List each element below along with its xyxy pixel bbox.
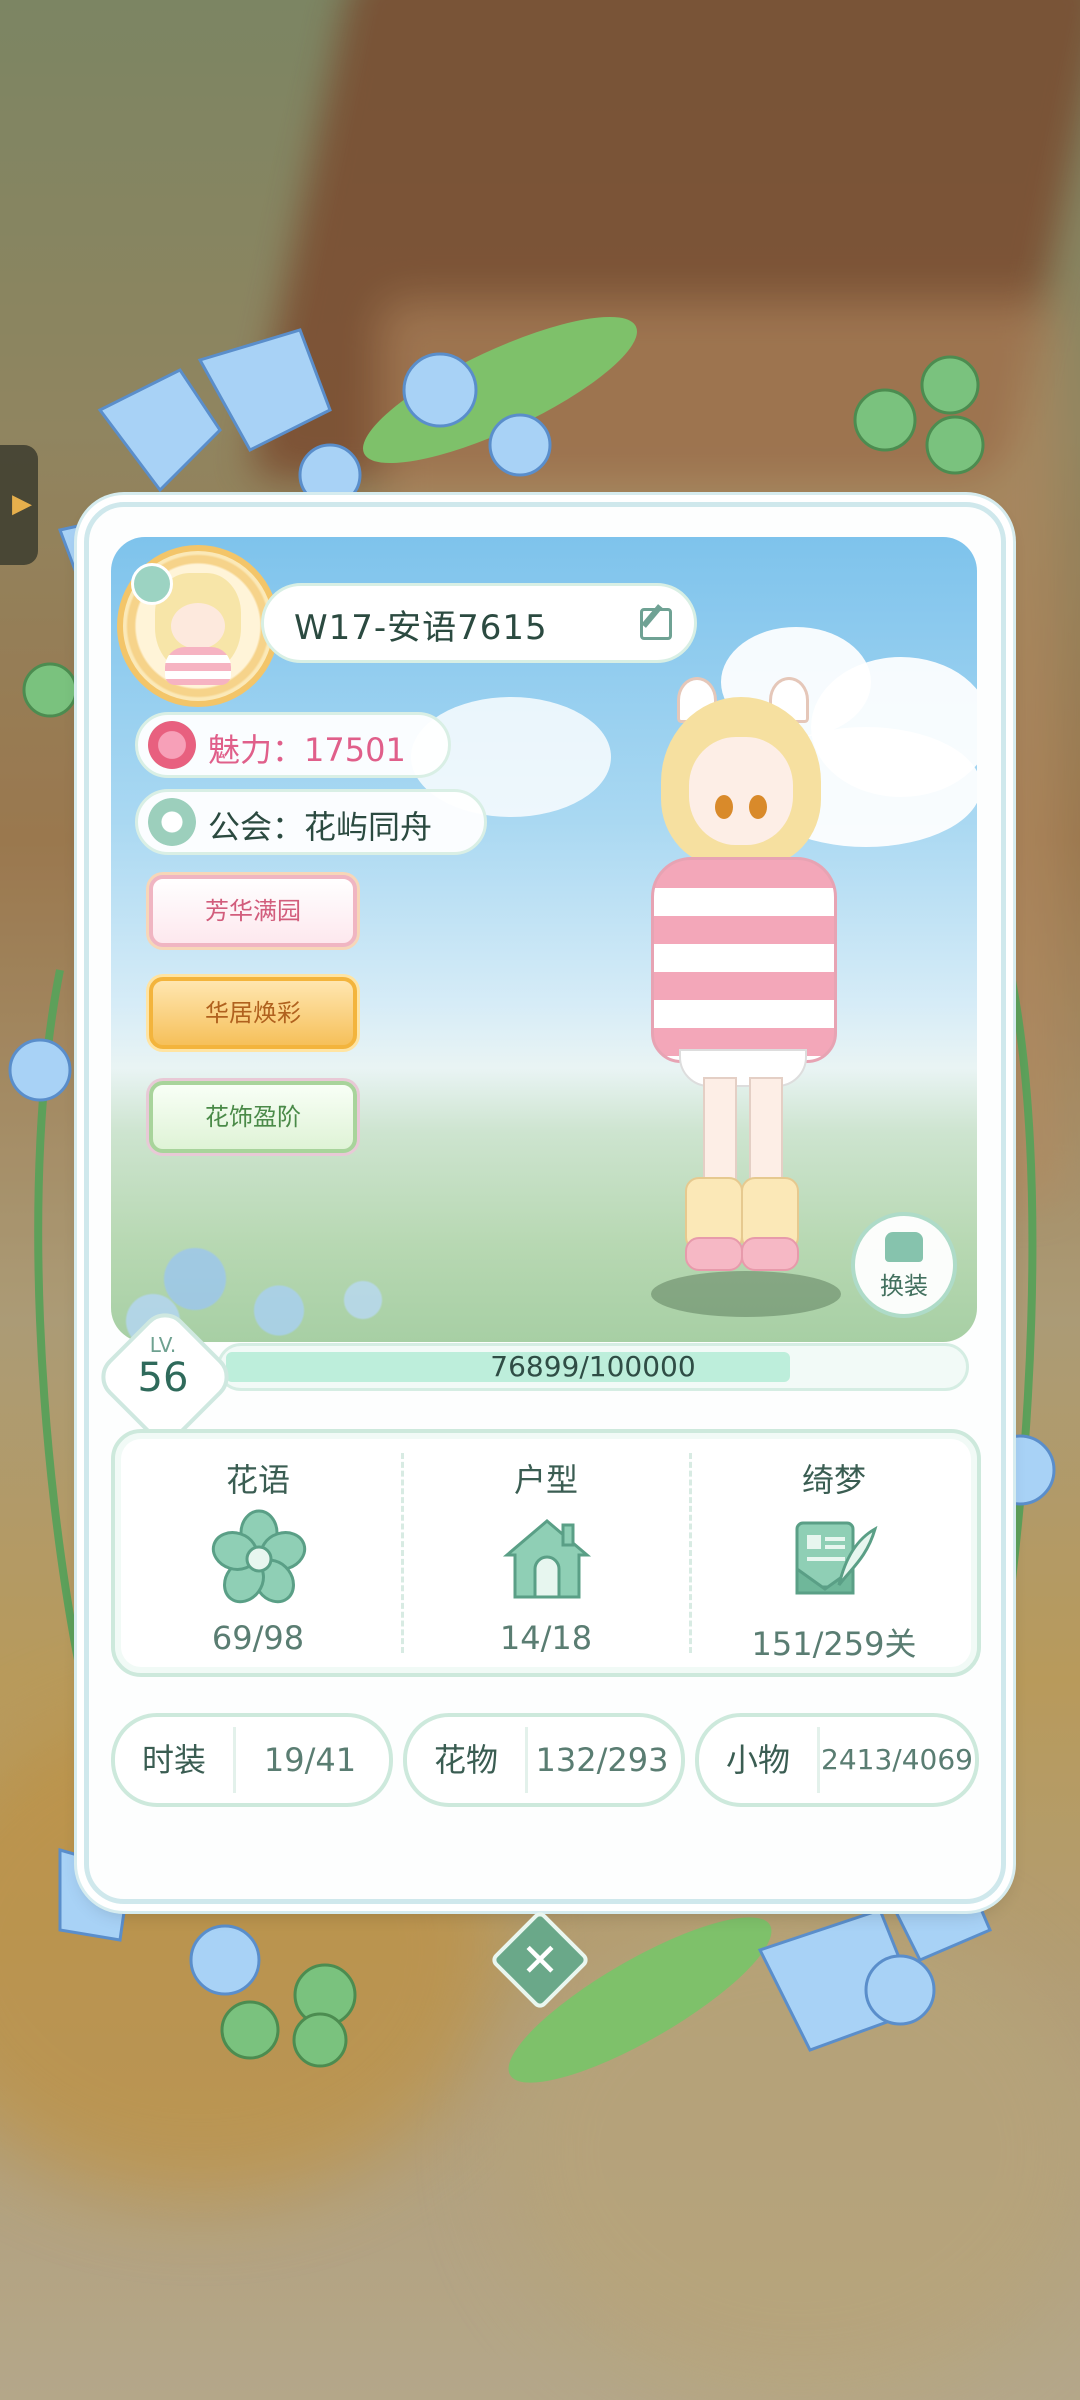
stat-key: 小物 xyxy=(725,1741,790,1779)
collection-value: 14/18 xyxy=(499,1619,593,1657)
guild-pill[interactable]: 公会：花屿同舟 xyxy=(135,789,487,855)
character-eye xyxy=(715,795,733,819)
level-value: 56 xyxy=(137,1355,189,1401)
collection-panel: 花语 69/98 户型 14/18 绮梦 151/259关 xyxy=(111,1429,981,1677)
stat-small-items[interactable]: 小物 2413/4069 xyxy=(695,1713,979,1807)
edit-name-icon[interactable] xyxy=(640,608,672,640)
collection-title: 花语 xyxy=(225,1461,290,1499)
guild-name: 公会：花屿同舟 xyxy=(208,808,433,846)
profile-card: W17-安语7615 魅力：17501 公会：花屿同舟 芳华满园 华居焕彩 花饰… xyxy=(84,502,1006,1904)
level-text: LV. 56 xyxy=(113,1327,213,1401)
charm-pill: 魅力：17501 xyxy=(135,712,451,778)
stat-outfits[interactable]: 时装 19/41 xyxy=(111,1713,393,1807)
avatar-badge-icon xyxy=(131,563,173,605)
stat-key: 花物 xyxy=(433,1741,498,1779)
character-eye xyxy=(749,795,767,819)
house-icon xyxy=(502,1519,592,1599)
stat-value: 132/293 xyxy=(535,1741,669,1779)
change-outfit-label: 换装 xyxy=(880,1272,928,1300)
character-face xyxy=(689,737,793,845)
character-scene: W17-安语7615 魅力：17501 公会：花屿同舟 芳华满园 华居焕彩 花饰… xyxy=(111,537,977,1342)
character-skirt xyxy=(679,1049,807,1087)
xp-bar: 76899/100000 xyxy=(217,1343,969,1391)
title-plaque-3[interactable]: 花饰盈阶 xyxy=(149,1081,357,1153)
player-name-pill[interactable]: W17-安语7615 xyxy=(261,583,697,663)
collection-title: 户型 xyxy=(513,1461,578,1499)
stat-key: 时装 xyxy=(141,1741,206,1779)
collection-value: 151/259关 xyxy=(751,1625,917,1663)
avatar-face xyxy=(171,603,225,649)
stat-value: 2413/4069 xyxy=(821,1743,973,1776)
character-shadow xyxy=(651,1271,841,1317)
stat-flower-items[interactable]: 花物 132/293 xyxy=(403,1713,685,1807)
close-icon[interactable]: ✕ xyxy=(504,1924,576,1996)
collection-flower-language[interactable]: 花语 69/98 xyxy=(115,1433,401,1673)
avatar-body xyxy=(165,647,231,685)
character-shoe xyxy=(685,1237,743,1271)
striped-sweater xyxy=(651,857,837,1063)
collection-dream[interactable]: 绮梦 151/259关 xyxy=(691,1433,977,1673)
stat-value: 19/41 xyxy=(263,1741,357,1779)
shirt-icon xyxy=(885,1232,923,1262)
player-name: W17-安语7615 xyxy=(294,608,548,648)
charm-value: 魅力：17501 xyxy=(208,731,406,769)
collection-house-type[interactable]: 户型 14/18 xyxy=(403,1433,689,1673)
level-label: LV. xyxy=(149,1333,177,1357)
ground-flowers xyxy=(111,1132,531,1342)
rose-icon xyxy=(148,721,196,769)
collection-value: 69/98 xyxy=(211,1619,305,1657)
letter-quill-icon xyxy=(795,1521,878,1595)
character-figure[interactable] xyxy=(641,677,901,1317)
title-plaque-1[interactable]: 芳华满园 xyxy=(149,875,357,947)
avatar[interactable] xyxy=(117,545,279,707)
title-plaque-2[interactable]: 华居焕彩 xyxy=(149,977,357,1049)
change-outfit-button[interactable]: 换装 xyxy=(851,1212,957,1318)
collection-title: 绮梦 xyxy=(801,1461,866,1499)
xp-text: 76899/100000 xyxy=(490,1350,696,1383)
flower-icon xyxy=(211,1509,307,1604)
guild-emblem-icon xyxy=(148,798,196,846)
character-shoe xyxy=(741,1237,799,1271)
